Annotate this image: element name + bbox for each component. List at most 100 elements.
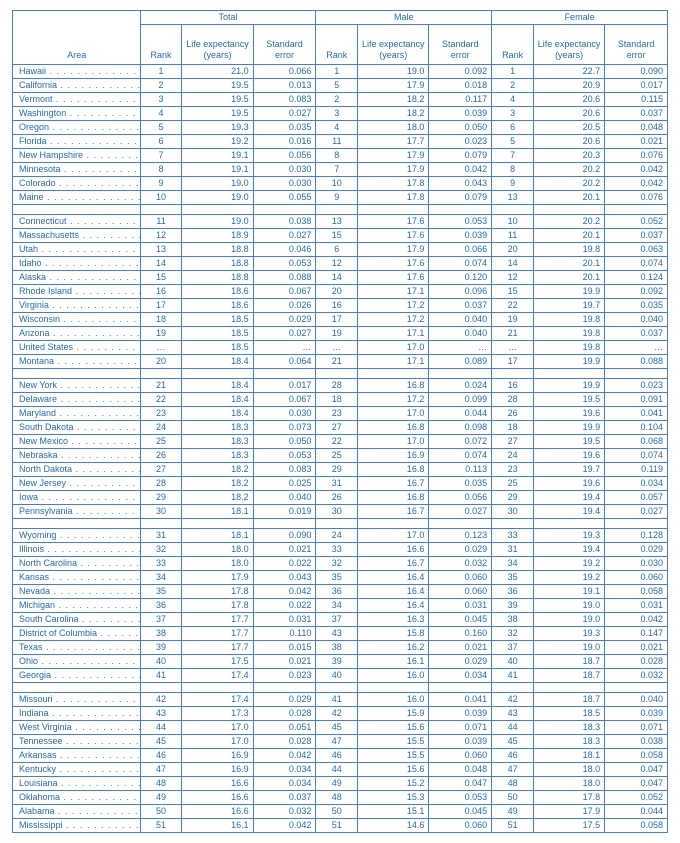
col-life-m: Life expectancy (years): [358, 25, 429, 65]
value-cell: 0.089: [429, 355, 492, 369]
value-cell: 15.5: [358, 749, 429, 763]
value-cell: 16.4: [358, 599, 429, 613]
value-cell: 18.3: [534, 721, 605, 735]
rank-cell: 35: [140, 585, 182, 599]
value-cell: 0.018: [429, 79, 492, 93]
value-cell: 19.9: [534, 421, 605, 435]
rank-cell: 19: [140, 327, 182, 341]
value-cell: 0.042: [253, 819, 316, 833]
value-cell: 17.2: [358, 313, 429, 327]
col-se-m: Standard error: [429, 25, 492, 65]
value-cell: 0.053: [429, 215, 492, 229]
value-cell: 0.088: [253, 271, 316, 285]
rank-cell: 51: [492, 819, 534, 833]
area-cell: Maryland: [13, 407, 141, 421]
area-cell: Nebraska: [13, 449, 141, 463]
rank-cell: 32: [140, 543, 182, 557]
value-cell: 0.021: [253, 543, 316, 557]
table-row: Idaho1418.80.0531217.60.0741420.10.074: [13, 257, 668, 271]
value-cell: 0.025: [253, 477, 316, 491]
rank-cell: 48: [316, 791, 358, 805]
value-cell: 19.4: [534, 543, 605, 557]
area-cell: New Jersey: [13, 477, 141, 491]
value-cell: 17.7: [182, 613, 253, 627]
col-se-f: Standard error: [605, 25, 668, 65]
value-cell: 0.023: [253, 669, 316, 683]
rank-cell: 24: [316, 529, 358, 543]
value-cell: 17.7: [358, 135, 429, 149]
value-cell: 0.032: [429, 557, 492, 571]
area-cell: Missouri: [13, 693, 141, 707]
value-cell: 0.030: [605, 557, 668, 571]
rank-cell: 4: [316, 121, 358, 135]
value-cell: 0.052: [605, 215, 668, 229]
rank-cell: 36: [316, 585, 358, 599]
value-cell: 16.6: [182, 805, 253, 819]
rank-cell: 15: [316, 229, 358, 243]
rank-cell: 28: [316, 379, 358, 393]
area-cell: Michigan: [13, 599, 141, 613]
table-row: South Carolina3717.70.0313716.30.0453819…: [13, 613, 668, 627]
rank-cell: 13: [140, 243, 182, 257]
rank-cell: 10: [492, 215, 534, 229]
area-cell: New York: [13, 379, 141, 393]
value-cell: 0.113: [429, 463, 492, 477]
rank-cell: 26: [140, 449, 182, 463]
value-cell: 17.0: [182, 735, 253, 749]
value-cell: 0.044: [429, 407, 492, 421]
value-cell: 17.1: [358, 327, 429, 341]
value-cell: 0.128: [605, 529, 668, 543]
value-cell: 0.076: [605, 191, 668, 205]
value-cell: 0.119: [605, 463, 668, 477]
value-cell: 0.034: [253, 777, 316, 791]
rank-cell: 27: [140, 463, 182, 477]
value-cell: 16.4: [358, 585, 429, 599]
value-cell: 0.037: [605, 229, 668, 243]
value-cell: 0.092: [429, 65, 492, 79]
rank-cell: 23: [492, 463, 534, 477]
rank-cell: 11: [140, 215, 182, 229]
rank-cell: 45: [316, 721, 358, 735]
value-cell: 0.099: [429, 393, 492, 407]
value-cell: 0.124: [605, 271, 668, 285]
value-cell: 20.2: [534, 215, 605, 229]
rank-cell: 30: [316, 505, 358, 519]
rank-cell: 51: [316, 819, 358, 833]
rank-cell: 22: [316, 435, 358, 449]
value-cell: 18.4: [182, 393, 253, 407]
col-se-t: Standard error: [253, 25, 316, 65]
value-cell: 20.1: [534, 229, 605, 243]
table-row: Massachusetts1218.90.0271517.60.0391120.…: [13, 229, 668, 243]
rank-cell: 42: [140, 693, 182, 707]
rank-cell: 21: [140, 379, 182, 393]
value-cell: 18.1: [182, 529, 253, 543]
rank-cell: 32: [492, 627, 534, 641]
rank-cell: 33: [140, 557, 182, 571]
rank-cell: 17: [492, 355, 534, 369]
value-cell: 0.046: [253, 243, 316, 257]
rank-cell: 44: [492, 721, 534, 735]
area-cell: South Carolina: [13, 613, 141, 627]
table-row: Minnesota819.10.030717.90.042820.20.042: [13, 163, 668, 177]
rank-cell: 11: [316, 135, 358, 149]
rank-cell: 51: [140, 819, 182, 833]
rank-cell: 16: [492, 379, 534, 393]
value-cell: 0.023: [605, 379, 668, 393]
value-cell: 18.7: [534, 693, 605, 707]
area-cell: California: [13, 79, 141, 93]
value-cell: 17.9: [358, 163, 429, 177]
value-cell: 19.6: [534, 407, 605, 421]
value-cell: 17.5: [534, 819, 605, 833]
rank-cell: 2: [316, 93, 358, 107]
area-cell: Kentucky: [13, 763, 141, 777]
value-cell: 17.8: [358, 177, 429, 191]
value-cell: 19.0: [358, 65, 429, 79]
value-cell: 0.040: [605, 313, 668, 327]
value-cell: 18.8: [182, 257, 253, 271]
rank-cell: …: [140, 341, 182, 355]
area-cell: Oregon: [13, 121, 141, 135]
table-row: Kansas3417.90.0433516.40.0603519.20.060: [13, 571, 668, 585]
value-cell: 16.8: [358, 421, 429, 435]
value-cell: 0.060: [605, 571, 668, 585]
value-cell: 0.147: [605, 627, 668, 641]
